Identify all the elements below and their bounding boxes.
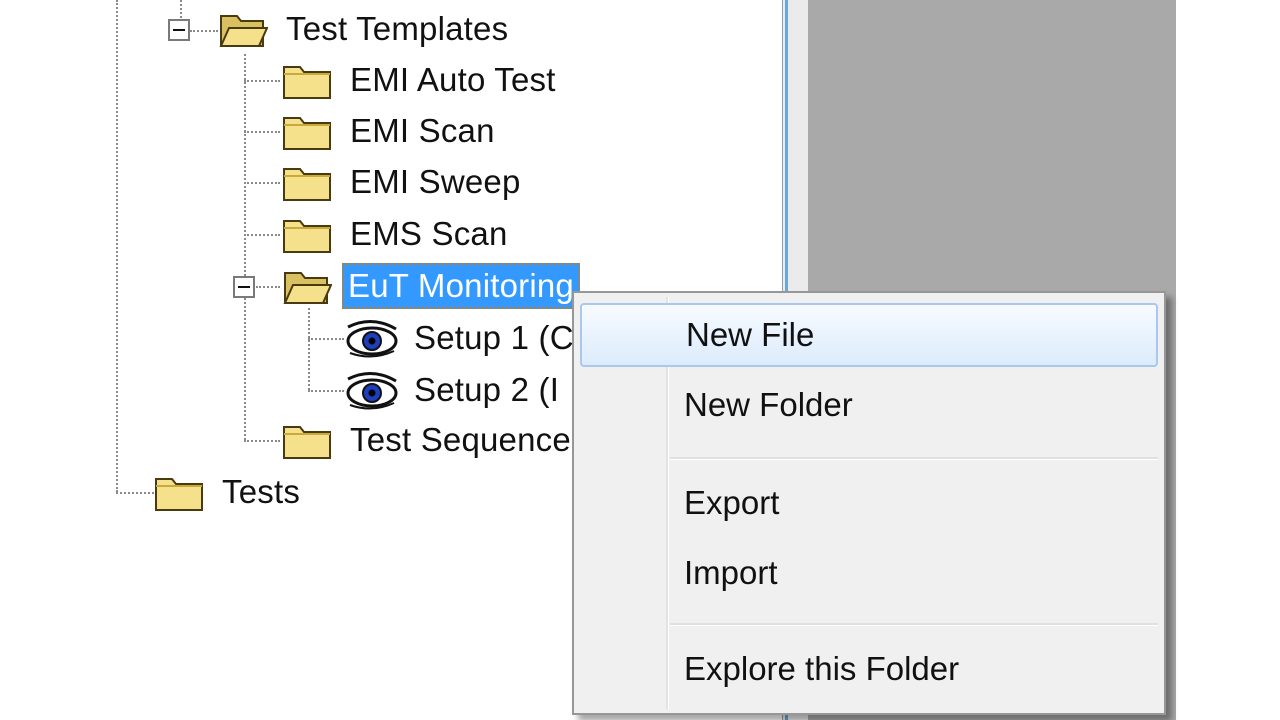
tree-node-eut-monitoring[interactable]: EuT Monitoring: [282, 263, 580, 309]
menu-item-label: Explore this Folder: [684, 650, 960, 687]
tree-line: [308, 308, 310, 390]
folder-icon: [282, 59, 332, 101]
tree-node-setup-2[interactable]: Setup 2 (I: [344, 368, 559, 412]
menu-item-explore-this-folder[interactable]: Explore this Folder: [580, 637, 1158, 701]
tree-node-label: Tests: [222, 473, 301, 510]
tree-line: [244, 234, 280, 236]
tree-node-label: Setup 2 (I: [414, 371, 560, 408]
menu-separator: [670, 457, 1158, 460]
folder-icon: [282, 110, 332, 152]
context-menu: New File New Folder Export Import Explor…: [572, 291, 1166, 715]
tree-node-ems-scan[interactable]: EMS Scan: [282, 212, 508, 256]
eye-icon: [344, 317, 400, 359]
menu-item-new-folder[interactable]: New Folder: [580, 373, 1158, 437]
tree-node-emi-auto-test[interactable]: EMI Auto Test: [282, 58, 556, 102]
tree-node-label: Test Templates: [286, 10, 509, 47]
tree-node-label: EMI Auto Test: [350, 61, 556, 98]
menu-item-new-file[interactable]: New File: [580, 303, 1158, 367]
tree-line: [244, 80, 280, 82]
tree-line: [244, 182, 280, 184]
eye-icon: [344, 369, 400, 411]
folder-open-icon: [218, 8, 269, 50]
collapse-toggle-eut-monitoring[interactable]: [233, 276, 255, 298]
menu-separator: [670, 623, 1158, 626]
tree-line: [116, 492, 154, 494]
tree-node-tests[interactable]: Tests: [154, 470, 300, 514]
tree-node-emi-scan[interactable]: EMI Scan: [282, 109, 495, 153]
tree-node-label: EMS Scan: [350, 215, 508, 252]
tree-node-label: EuT Monitoring: [342, 263, 580, 309]
tree-line: [244, 131, 280, 133]
tree-line: [256, 286, 280, 288]
tree-node-setup-1[interactable]: Setup 1 (C: [344, 316, 574, 360]
folder-icon: [154, 471, 204, 513]
folder-icon: [282, 161, 332, 203]
menu-item-label: New Folder: [684, 386, 853, 423]
tree-line: [190, 30, 218, 32]
tree-node-label: Setup 1 (C: [414, 319, 574, 356]
tree-node-test-templates[interactable]: Test Templates: [218, 7, 508, 51]
folder-icon: [282, 419, 332, 461]
tree-line: [244, 54, 246, 440]
tree-node-label: EMI Scan: [350, 112, 495, 149]
menu-item-label: Import: [684, 554, 778, 591]
menu-item-label: Export: [684, 484, 780, 521]
folder-icon: [282, 213, 332, 255]
window-background: [1176, 0, 1280, 720]
menu-item-import[interactable]: Import: [580, 541, 1158, 605]
menu-item-label: New File: [686, 316, 815, 353]
tree-line: [116, 0, 118, 492]
tree-line: [308, 390, 344, 392]
collapse-toggle-test-templates[interactable]: [168, 19, 190, 41]
tree-node-test-sequence[interactable]: Test Sequence: [282, 418, 571, 462]
menu-item-export[interactable]: Export: [580, 471, 1158, 535]
tree-line: [244, 440, 280, 442]
tree-node-emi-sweep[interactable]: EMI Sweep: [282, 160, 521, 204]
tree-node-label: EMI Sweep: [350, 163, 521, 200]
tree-line: [308, 338, 344, 340]
tree-line: [180, 0, 182, 18]
tree-node-label: Test Sequence: [350, 421, 571, 458]
folder-open-icon: [282, 265, 333, 307]
